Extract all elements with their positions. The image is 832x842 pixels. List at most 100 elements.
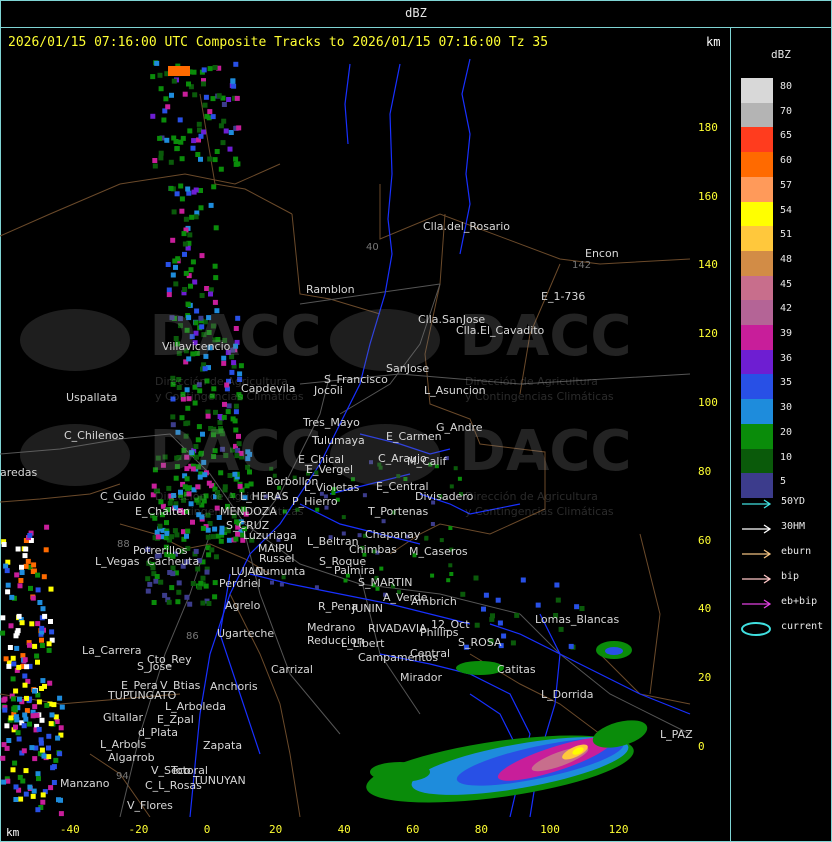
radar-echo — [16, 736, 22, 742]
radar-echo — [168, 159, 174, 165]
radar-echo — [10, 696, 16, 702]
city-label: V_Flores — [127, 799, 173, 812]
city-label: Carrizal — [271, 663, 313, 676]
city-label: Russel — [259, 552, 295, 565]
radar-echo — [213, 554, 219, 560]
legend-swatch — [741, 275, 773, 301]
radar-echo — [39, 686, 44, 691]
city-label: Cumunta — [255, 565, 306, 578]
radar-echo — [41, 753, 47, 759]
radar-echo — [169, 92, 174, 98]
radar-echo — [158, 86, 164, 92]
radar-echo — [25, 558, 31, 564]
radar-echo — [17, 696, 22, 702]
y-tick-label: 160 — [698, 189, 718, 203]
radar-echo — [568, 643, 574, 649]
radar-echo — [212, 157, 218, 163]
city-label: E_Carmen — [386, 430, 442, 443]
radar-echo — [8, 715, 14, 721]
city-label: Manzano — [60, 777, 110, 790]
radar-echo — [164, 137, 170, 143]
radar-echo — [179, 208, 185, 214]
route-number: 88 — [117, 539, 130, 550]
radar-echo — [10, 655, 16, 661]
radar-echo — [210, 534, 216, 540]
radar-echo — [23, 768, 29, 774]
radar-echo — [51, 780, 57, 785]
radar-echo — [169, 534, 175, 540]
radar-echo — [145, 576, 151, 582]
radar-echo — [157, 523, 163, 529]
radar-echo — [53, 714, 59, 720]
radar-echo — [166, 287, 172, 293]
legend-swatch — [741, 325, 773, 350]
legend-level-label: 42 — [780, 303, 793, 315]
legend-level-label: 54 — [780, 204, 793, 216]
radar-echo — [226, 403, 232, 409]
radar-echo — [216, 93, 222, 99]
radar-echo — [230, 78, 236, 84]
radar-echo — [279, 582, 284, 587]
radar-echo — [158, 579, 164, 585]
radar-echo — [225, 409, 231, 415]
radar-echo — [37, 600, 43, 605]
city-label: C_Guido — [100, 490, 146, 503]
radar-echo — [48, 721, 54, 727]
radar-echo — [193, 548, 199, 554]
radar-echo — [206, 601, 212, 606]
radar-echo — [167, 570, 173, 575]
km-unit-top: km — [706, 35, 721, 49]
city-label: Cacheuta — [147, 555, 200, 568]
radar-echo — [191, 138, 197, 144]
radar-echo — [448, 526, 453, 530]
radar-echo — [314, 585, 319, 590]
radar-echo — [235, 161, 241, 167]
radar-echo — [236, 125, 242, 131]
city-label: L_Libert — [341, 637, 385, 650]
road-line — [519, 613, 691, 735]
radar-echo — [208, 291, 213, 297]
city-label: C_Chilenos — [64, 429, 125, 442]
radar-echo — [460, 591, 466, 597]
radar-echo — [190, 581, 196, 586]
radar-echo — [481, 606, 486, 612]
radar-echo — [170, 237, 176, 243]
city-label: S_MARTIN — [358, 576, 413, 589]
radar-echo — [35, 771, 41, 777]
radar-echo — [235, 531, 241, 537]
radar-echo — [163, 535, 169, 541]
radar-echo — [221, 102, 227, 107]
radar-echo — [201, 67, 207, 73]
department-boundary — [639, 533, 661, 695]
x-tick-label: 20 — [268, 823, 283, 836]
legend-title: dBZ — [771, 48, 791, 61]
radar-echo — [27, 721, 32, 727]
radar-echo — [183, 216, 189, 222]
radar-echo — [188, 267, 194, 273]
x-tick-label: 0 — [203, 823, 211, 836]
radar-echo — [187, 232, 193, 238]
arrow-icon — [742, 499, 772, 509]
radar-echo — [190, 145, 196, 151]
legend-swatch — [741, 226, 773, 252]
radar-echo — [1, 697, 7, 703]
radar-echo — [430, 522, 435, 526]
radar-echo — [315, 507, 320, 512]
radar-echo — [11, 661, 17, 667]
composite-tracks-header: 2026/01/15 07:16:00 UTC Composite Tracks… — [8, 35, 549, 50]
city-label: E_1-736 — [541, 290, 586, 303]
radar-echo — [166, 599, 172, 605]
radar-echo — [17, 583, 23, 589]
radar-echo — [184, 533, 189, 539]
city-label: S_ROSA — [458, 636, 502, 649]
radar-echo — [173, 264, 178, 270]
radar-map[interactable]: 40 142 88 86 94 DACC Dirección de Agricultura… — [0, 54, 696, 817]
legend-swatch — [741, 300, 773, 326]
radar-echo — [48, 586, 54, 592]
radar-echo — [31, 788, 37, 794]
radar-echo — [439, 538, 444, 543]
radar-echo — [10, 676, 16, 682]
radar-echo — [27, 533, 33, 538]
radar-echo — [8, 623, 14, 629]
radar-echo — [226, 97, 232, 102]
